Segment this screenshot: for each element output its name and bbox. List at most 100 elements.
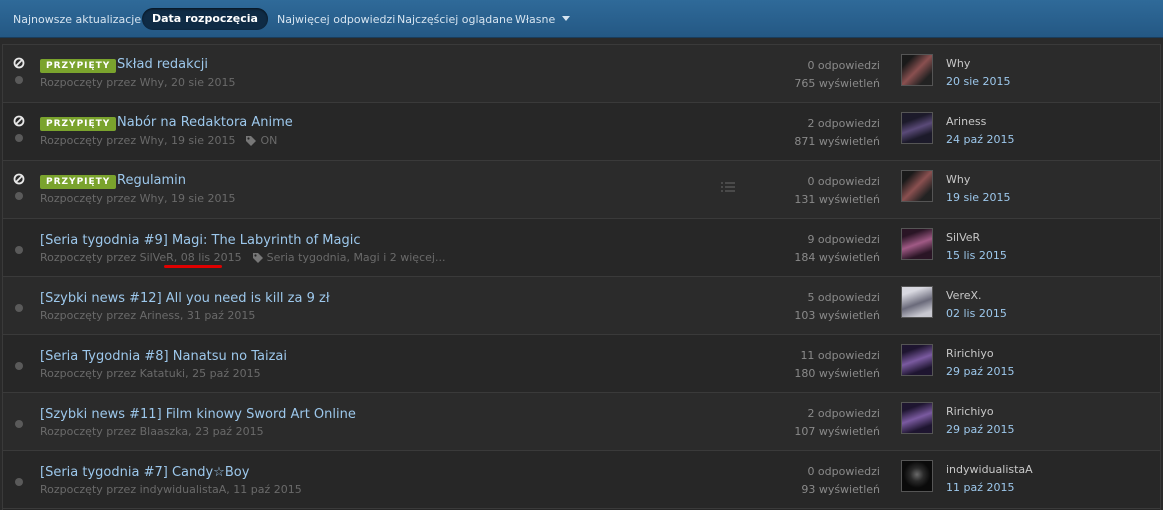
topic-tags[interactable]: Seria tygodnia, Magi i 2 więcej...: [267, 251, 446, 264]
topic-meta: Rozpoczęty przez Why, 19 sie 2015 ON: [40, 134, 277, 147]
topic-sort-tabs: Najnowsze aktualizacje Data rozpoczęcia …: [0, 0, 1163, 38]
read-status-dot: [15, 192, 23, 200]
tab-start-date[interactable]: Data rozpoczęcia: [142, 8, 268, 30]
last-poster[interactable]: SilVeR: [946, 231, 980, 244]
last-post-date[interactable]: 29 paź 2015: [946, 423, 1014, 436]
table-row: [Szybki news #11] Film kinowy Sword Art …: [3, 393, 1160, 451]
topic-meta: Rozpoczęty przez Katatuki, 25 paź 2015: [40, 367, 261, 380]
topic-meta: Rozpoczęty przez Blaaszka, 23 paź 2015: [40, 425, 264, 438]
avatar[interactable]: [901, 286, 933, 318]
topic-stats: 2 odpowiedzi 871 wyświetleń: [794, 115, 880, 151]
topic-started-by: Rozpoczęty przez Why, 19 sie 2015: [40, 134, 236, 147]
topic-stats: 0 odpowiedzi 131 wyświetleń: [794, 173, 880, 209]
view-count: 180 wyświetleń: [794, 367, 880, 380]
reply-count: 2 odpowiedzi: [807, 117, 880, 130]
read-status-dot: [15, 478, 23, 486]
topic-stats: 0 odpowiedzi 765 wyświetleń: [794, 57, 880, 93]
view-count: 131 wyświetleń: [794, 193, 880, 206]
read-status-dot: [15, 134, 23, 142]
topic-meta: Rozpoczęty przez indywidualistaA, 11 paź…: [40, 483, 302, 496]
topic-list: PRZYPIĘTY Skład redakcji Rozpoczęty prze…: [2, 44, 1161, 510]
last-post-date[interactable]: 24 paź 2015: [946, 133, 1014, 146]
avatar[interactable]: [901, 170, 933, 202]
reply-count: 9 odpowiedzi: [807, 233, 880, 246]
topic-meta: Rozpoczęty przez Ariness, 31 paź 2015: [40, 309, 256, 322]
table-row: [Seria tygodnia #9] Magi: The Labyrinth …: [3, 219, 1160, 277]
last-poster[interactable]: Why: [946, 57, 970, 70]
topic-title[interactable]: [Seria Tygodnia #8] Nanatsu no Taizai: [40, 349, 287, 364]
locked-icon: [13, 57, 25, 69]
last-poster[interactable]: Ririchiyo: [946, 347, 994, 360]
read-status-dot: [15, 304, 23, 312]
topic-title[interactable]: [Seria tygodnia #7] Candy☆Boy: [40, 465, 249, 480]
tab-custom[interactable]: Własne: [515, 9, 571, 30]
table-row: PRZYPIĘTY Skład redakcji Rozpoczęty prze…: [3, 45, 1160, 103]
red-underline-annotation: [164, 265, 222, 268]
last-poster[interactable]: indywidualistaA: [946, 463, 1033, 476]
tab-most-replies[interactable]: Najwięcej odpowiedzi: [277, 9, 395, 30]
view-count: 871 wyświetleń: [794, 135, 880, 148]
chevron-down-icon: [562, 16, 571, 21]
reply-count: 0 odpowiedzi: [807, 465, 880, 478]
tag-icon: [252, 253, 263, 263]
table-row: [Seria Tygodnia #8] Nanatsu no Taizai Ro…: [3, 335, 1160, 393]
last-poster[interactable]: Why: [946, 173, 970, 186]
topic-meta: Rozpoczęty przez Why, 19 sie 2015: [40, 192, 236, 205]
read-status-dot: [15, 76, 23, 84]
topic-stats: 5 odpowiedzi 103 wyświetleń: [794, 289, 880, 325]
topic-title[interactable]: Regulamin: [117, 173, 186, 188]
topic-stats: 0 odpowiedzi 93 wyświetleń: [801, 463, 880, 499]
view-count: 184 wyświetleń: [794, 251, 880, 264]
topic-meta: Rozpoczęty przez SilVeR, 08 lis 2015 Seri…: [40, 251, 445, 264]
tab-latest-updates[interactable]: Najnowsze aktualizacje: [13, 9, 141, 30]
avatar[interactable]: [901, 402, 933, 434]
topic-title[interactable]: [Seria tygodnia #9] Magi: The Labyrinth …: [40, 233, 361, 248]
topic-stats: 11 odpowiedzi 180 wyświetleń: [794, 347, 880, 383]
topic-stats: 9 odpowiedzi 184 wyświetleń: [794, 231, 880, 267]
topic-tag[interactable]: ON: [260, 134, 277, 147]
topic-title[interactable]: Skład redakcji: [117, 57, 208, 72]
pinned-badge: PRZYPIĘTY: [40, 59, 117, 73]
view-count: 103 wyświetleń: [794, 309, 880, 322]
reply-count: 0 odpowiedzi: [807, 59, 880, 72]
locked-icon: [13, 115, 25, 127]
reply-count: 11 odpowiedzi: [800, 349, 880, 362]
view-count: 765 wyświetleń: [794, 77, 880, 90]
avatar[interactable]: [901, 112, 933, 144]
last-post-date[interactable]: 02 lis 2015: [946, 307, 1007, 320]
list-icon[interactable]: [721, 181, 735, 193]
reply-count: 2 odpowiedzi: [807, 407, 880, 420]
last-poster[interactable]: Ririchiyo: [946, 405, 994, 418]
last-post-date[interactable]: 15 lis 2015: [946, 249, 1007, 262]
view-count: 93 wyświetleń: [801, 483, 880, 496]
tab-most-viewed[interactable]: Najczęściej oglądane: [397, 9, 513, 30]
topic-title[interactable]: [Szybki news #12] All you need is kill z…: [40, 291, 330, 306]
last-post-date[interactable]: 29 paź 2015: [946, 365, 1014, 378]
last-post-date[interactable]: 20 sie 2015: [946, 75, 1011, 88]
pinned-badge: PRZYPIĘTY: [40, 175, 117, 189]
tab-custom-label: Własne: [515, 13, 556, 26]
table-row: [Seria tygodnia #7] Candy☆Boy Rozpoczęty…: [3, 451, 1160, 509]
topic-title[interactable]: [Szybki news #11] Film kinowy Sword Art …: [40, 407, 356, 422]
topic-stats: 2 odpowiedzi 107 wyświetleń: [794, 405, 880, 441]
table-row: PRZYPIĘTY Regulamin Rozpoczęty przez Why…: [3, 161, 1160, 219]
read-status-dot: [15, 420, 23, 428]
avatar[interactable]: [901, 460, 933, 492]
read-status-dot: [15, 246, 23, 254]
table-row: [Szybki news #12] All you need is kill z…: [3, 277, 1160, 335]
topic-title[interactable]: Nabór na Redaktora Anime: [117, 115, 293, 130]
last-post-date[interactable]: 19 sie 2015: [946, 191, 1011, 204]
topic-started-by: Rozpoczęty przez SilVeR,: [40, 251, 181, 264]
topic-start-date: 08 lis 2015: [180, 251, 242, 264]
read-status-dot: [15, 362, 23, 370]
avatar[interactable]: [901, 54, 933, 86]
avatar[interactable]: [901, 344, 933, 376]
last-poster[interactable]: VereX.: [946, 289, 982, 302]
reply-count: 5 odpowiedzi: [807, 291, 880, 304]
last-poster[interactable]: Ariness: [946, 115, 986, 128]
avatar[interactable]: [901, 228, 933, 260]
locked-icon: [13, 173, 25, 185]
view-count: 107 wyświetleń: [794, 425, 880, 438]
tag-icon: [246, 136, 257, 146]
last-post-date[interactable]: 11 paź 2015: [946, 481, 1014, 494]
